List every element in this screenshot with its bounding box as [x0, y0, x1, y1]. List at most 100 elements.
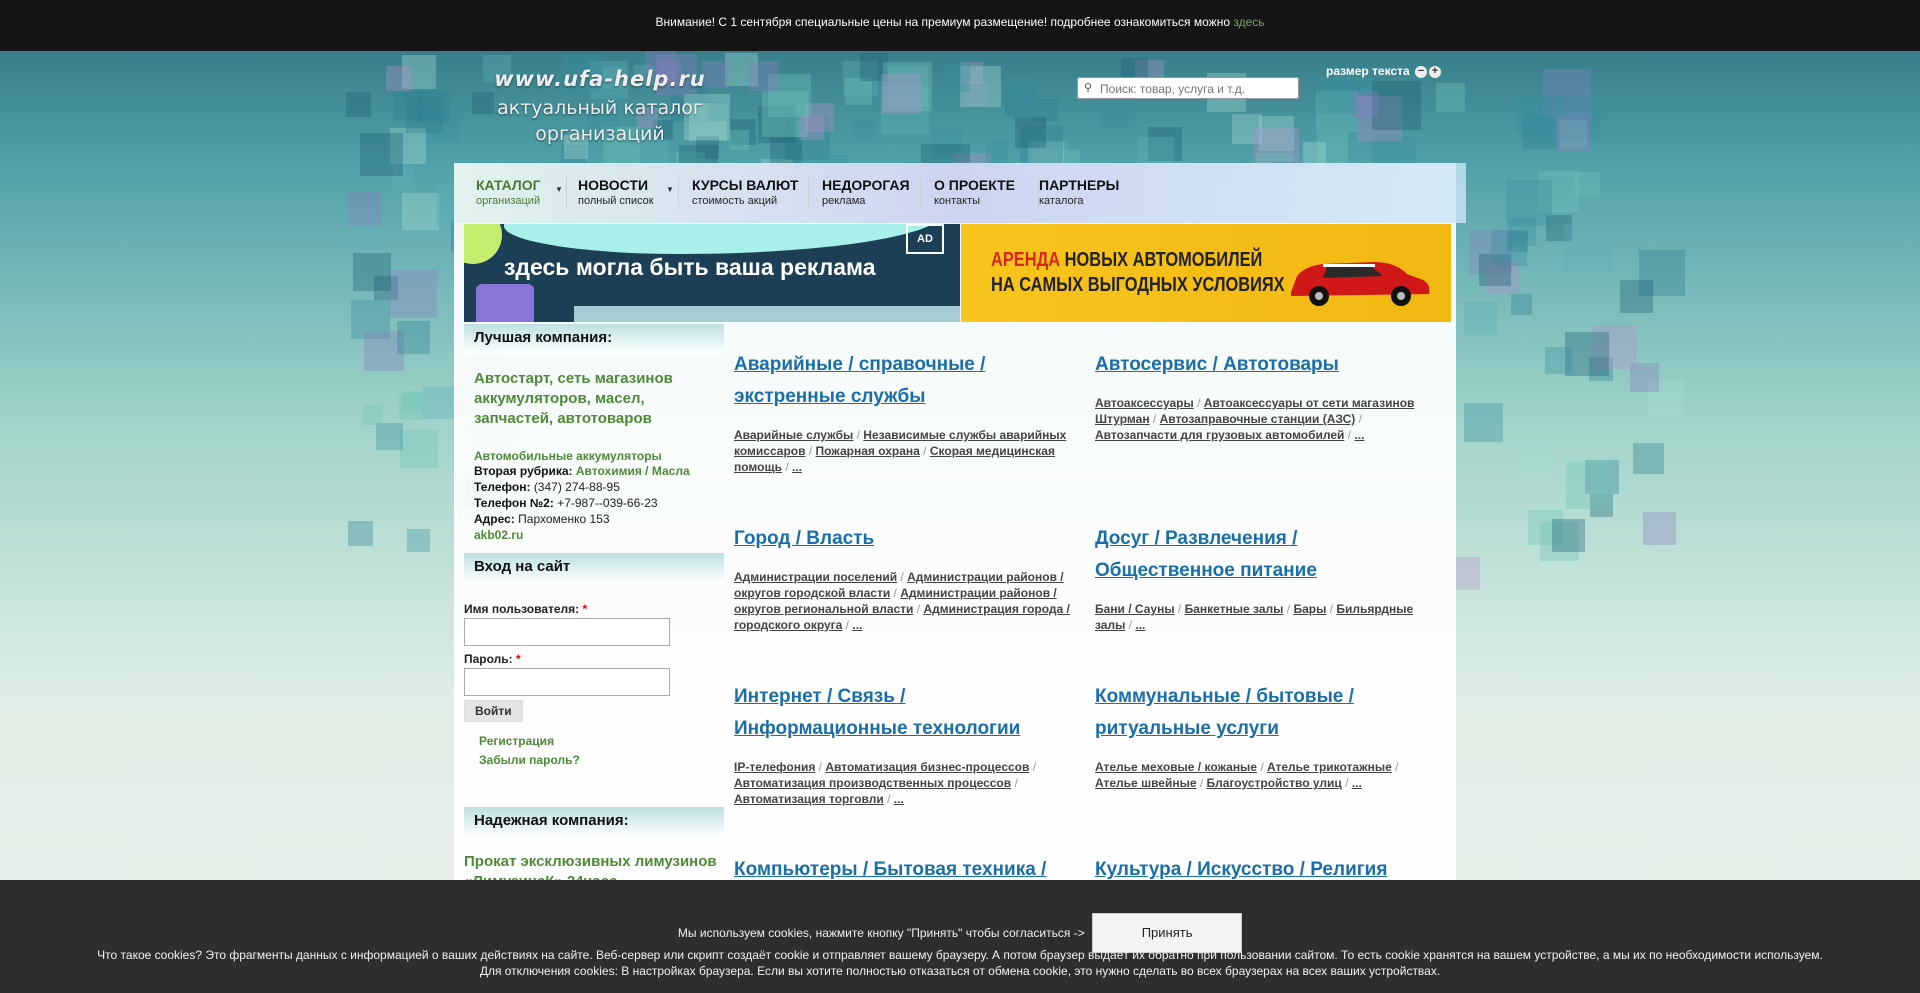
- catalog-category: Досуг / Развлечения / Общественное питан…: [1095, 523, 1440, 633]
- subcategory-link[interactable]: Ателье швейные: [1095, 776, 1197, 790]
- subcategory-link[interactable]: Благоустройство улиц: [1207, 776, 1342, 790]
- subcategory-list: Бани / Сауны / Банкетные залы / Бары / Б…: [1095, 602, 1414, 632]
- subcategory-link[interactable]: Автоматизация бизнес-процессов: [825, 760, 1029, 774]
- forgot-password-link[interactable]: Забыли пароль?: [479, 753, 724, 767]
- notice-bar: Внимание! С 1 сентября специальные цены …: [0, 0, 1920, 51]
- password-label: Пароль: *: [464, 652, 724, 666]
- banner-line-2: НА САМЫХ ВЫГОДНЫХ УСЛОВИЯХ: [991, 274, 1285, 296]
- password-input[interactable]: [464, 668, 670, 696]
- nav-partners[interactable]: ПАРТНЕРЫ каталога: [1039, 177, 1119, 207]
- banner-shape: [464, 224, 502, 264]
- register-link[interactable]: Регистрация: [479, 734, 724, 748]
- mosaic-tile: [1642, 511, 1676, 545]
- username-label: Имя пользователя: *: [464, 602, 724, 616]
- search-input[interactable]: [1098, 80, 1298, 98]
- text-size-decrease-icon[interactable]: −: [1415, 65, 1427, 78]
- rubric2-link[interactable]: Автохимия / Масла: [576, 464, 690, 478]
- nav-title: НЕДОРОГАЯ: [822, 177, 910, 193]
- main-nav: КАТАЛОГ организаций ▼ НОВОСТИ полный спи…: [454, 163, 1466, 223]
- nav-about[interactable]: О ПРОЕКТЕ контакты: [934, 177, 1015, 207]
- subcategory-link[interactable]: Бани / Сауны: [1095, 602, 1175, 616]
- mosaic-tile: [1620, 280, 1654, 314]
- subcategory-link[interactable]: ...: [792, 460, 802, 474]
- nav-subtitle: организаций: [476, 195, 541, 207]
- chevron-down-icon[interactable]: ▼: [666, 185, 674, 194]
- login-button[interactable]: Войти: [464, 700, 523, 722]
- text-size-label: размер текста: [1326, 64, 1410, 78]
- site-header: www.ufa-help.ru актуальный каталог орган…: [0, 51, 1920, 163]
- mosaic-tile: [352, 252, 391, 291]
- text-size-increase-icon[interactable]: +: [1429, 65, 1441, 78]
- nav-subtitle: стоимость акций: [692, 195, 778, 207]
- site-link[interactable]: akb02.ru: [474, 528, 523, 542]
- mosaic-tile: [363, 404, 384, 425]
- text-size-control: размер текста − +: [1326, 64, 1441, 78]
- subcategory-link[interactable]: ...: [852, 618, 862, 632]
- nav-title: КУРСЫ ВАЛЮТ: [692, 177, 799, 193]
- mosaic-tile: [400, 430, 439, 469]
- nav-divider: [566, 177, 567, 207]
- nav-currency[interactable]: КУРСЫ ВАЛЮТ стоимость акций: [692, 177, 798, 207]
- subcategory-link[interactable]: Автоаксессуары: [1095, 396, 1194, 410]
- required-mark: *: [516, 652, 521, 666]
- username-label-text: Имя пользователя:: [464, 602, 580, 616]
- subcategory-link[interactable]: IP-телефония: [734, 760, 815, 774]
- notice-link[interactable]: здесь: [1233, 15, 1264, 29]
- subcategory-link[interactable]: Автоматизация производственных процессов: [734, 776, 1011, 790]
- subcategory-link[interactable]: Автозаправочные станции (АЗС): [1160, 412, 1356, 426]
- mosaic-tile: [1511, 293, 1533, 315]
- category-title-link[interactable]: Коммунальные / бытовые / ритуальные услу…: [1095, 681, 1440, 745]
- logo-url: www.ufa-help.ru: [494, 67, 706, 91]
- subcategory-list: Администрации поселений / Администрации …: [734, 570, 1070, 632]
- banner-text: АРЕНДА НОВЫХ АВТОМОБИЛЕЙ НА САМЫХ ВЫГОДН…: [991, 248, 1285, 298]
- ad-badge-icon: AD: [906, 224, 944, 254]
- cookie-banner: Мы используем cookies, нажмите кнопку "П…: [0, 880, 1920, 993]
- subcategory-link[interactable]: Ателье трикотажные: [1267, 760, 1392, 774]
- subcategory-link[interactable]: Администрации поселений: [734, 570, 897, 584]
- ad-banner-placeholder[interactable]: AD здесь могла быть ваша реклама: [464, 224, 960, 322]
- category-title-link[interactable]: Интернет / Связь / Информационные технол…: [734, 681, 1079, 745]
- username-input[interactable]: [464, 618, 670, 646]
- mosaic-tile: [399, 393, 426, 420]
- mosaic-tile: [347, 520, 373, 546]
- subcategory-link[interactable]: ...: [1352, 776, 1362, 790]
- subcategory-link[interactable]: Пожарная охрана: [816, 444, 920, 458]
- mosaic-tile: [1463, 402, 1503, 442]
- reliable-company-title: Надежная компания:: [464, 807, 724, 838]
- best-company-title: Лучшая компания:: [464, 324, 724, 355]
- best-company-rubric[interactable]: Автомобильные аккумуляторы: [464, 429, 724, 463]
- site-logo[interactable]: www.ufa-help.ru актуальный каталог орган…: [485, 57, 715, 157]
- subcategory-link[interactable]: ...: [1354, 428, 1364, 442]
- mosaic-tile: [1551, 519, 1585, 553]
- category-title-link[interactable]: Досуг / Развлечения / Общественное питан…: [1095, 523, 1440, 587]
- subcategory-link[interactable]: Банкетные залы: [1185, 602, 1284, 616]
- category-title-link[interactable]: Автосервис / Автотовары: [1095, 349, 1440, 381]
- subcategory-list: Автоаксессуары / Автоаксессуары от сети …: [1095, 396, 1415, 442]
- nav-catalog[interactable]: КАТАЛОГ организаций: [476, 177, 541, 207]
- notice-text: Внимание! С 1 сентября специальные цены …: [655, 15, 1230, 29]
- best-company-phone: Телефон: (347) 274-88-95: [464, 479, 724, 495]
- car-rental-banner[interactable]: АРЕНДА НОВЫХ АВТОМОБИЛЕЙ НА САМЫХ ВЫГОДН…: [961, 224, 1451, 322]
- mosaic-tile: [1516, 441, 1556, 481]
- nav-advertising[interactable]: НЕДОРОГАЯ реклама: [822, 177, 910, 207]
- subcategory-link[interactable]: Аварийные службы: [734, 428, 853, 442]
- subcategory-link[interactable]: Автозапчасти для грузовых автомобилей: [1095, 428, 1344, 442]
- subcategory-link[interactable]: ...: [1135, 618, 1145, 632]
- subcategory-link[interactable]: Бары: [1293, 602, 1326, 616]
- rubric2-label: Вторая рубрика:: [474, 464, 573, 478]
- mosaic-tile: [1564, 224, 1613, 273]
- subcategory-link[interactable]: Ателье меховые / кожаные: [1095, 760, 1257, 774]
- best-company-name[interactable]: Автостарт, сеть магазинов аккумуляторов,…: [464, 355, 724, 429]
- credit-card-icon: [476, 284, 534, 322]
- catalog-category: Интернет / Связь / Информационные технол…: [734, 681, 1079, 807]
- nav-news[interactable]: НОВОСТИ полный список: [578, 177, 654, 207]
- subcategory-link[interactable]: ...: [894, 792, 904, 806]
- category-title-link[interactable]: Город / Власть: [734, 523, 1079, 555]
- best-company-address: Адрес: Пархоменко 153: [464, 511, 724, 527]
- subcategory-link[interactable]: Автоматизация торговли: [734, 792, 884, 806]
- category-title-link[interactable]: Аварийные / справочные / экстренные служ…: [734, 349, 1079, 413]
- login-form: Имя пользователя: * Пароль: * Войти Реги…: [464, 602, 724, 767]
- chevron-down-icon[interactable]: ▼: [555, 185, 563, 194]
- login-title: Вход на сайт: [464, 553, 724, 584]
- logo-tagline-2: организаций: [535, 123, 665, 145]
